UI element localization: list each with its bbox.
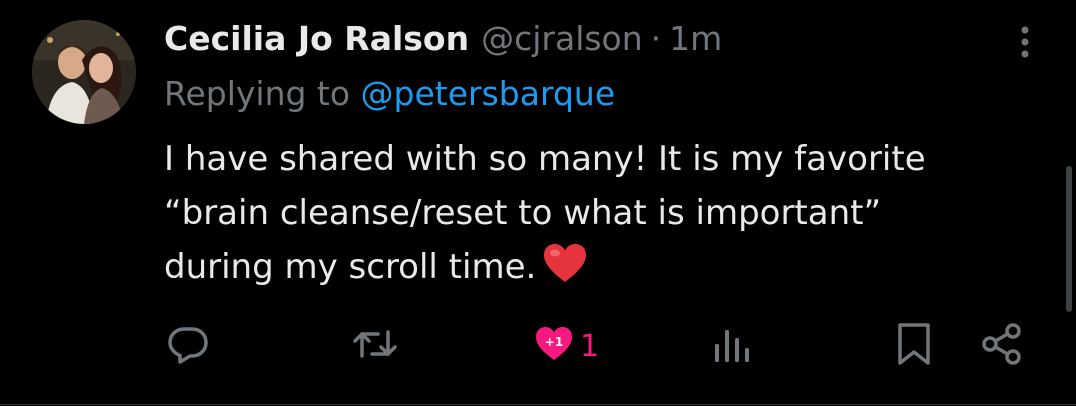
reply-button[interactable] [166, 318, 210, 374]
views-button[interactable] [712, 318, 752, 374]
like-count: 1 [580, 328, 600, 364]
tweet-text-line: “brain cleanse/reset to what is importan… [164, 193, 882, 233]
bookmark-button[interactable] [894, 318, 934, 374]
bookmark-icon [894, 321, 934, 371]
like-badge-text: +1 [545, 335, 563, 349]
tweet-header: Cecilia Jo Ralson @cjralson · 1m [164, 14, 722, 62]
tweet-text-line: during my scroll time. [164, 240, 1044, 300]
tweet-text-line-content: during my scroll time. [164, 247, 537, 287]
retweet-icon [352, 322, 398, 370]
replying-to: Replying to @petersbarque [164, 74, 615, 113]
replying-prefix: Replying to [164, 74, 361, 113]
share-button[interactable] [980, 318, 1024, 374]
views-bar-chart-icon [712, 322, 752, 370]
tweet[interactable]: Cecilia Jo Ralson @cjralson · 1m Replyin… [0, 0, 1076, 406]
separator-dot: · [650, 18, 662, 58]
action-bar: +1 1 [0, 318, 1076, 374]
tweet-text-line: I have shared with so many! It is my fav… [164, 139, 926, 179]
display-name[interactable]: Cecilia Jo Ralson [164, 19, 469, 58]
user-handle[interactable]: @cjralson [481, 19, 643, 58]
heart-plus-one-icon: +1 [534, 324, 574, 368]
tweet-text: I have shared with so many! It is my fav… [164, 132, 1044, 300]
scrollbar[interactable] [1066, 166, 1072, 312]
more-vertical-icon[interactable] [1010, 22, 1040, 62]
red-heart-emoji-icon [542, 242, 588, 300]
timestamp[interactable]: 1m [669, 19, 722, 58]
reply-mention-link[interactable]: @petersbarque [361, 74, 616, 113]
like-button[interactable]: +1 1 [534, 318, 599, 374]
share-icon [980, 322, 1024, 370]
reply-icon [166, 322, 210, 370]
divider [0, 404, 1076, 405]
retweet-button[interactable] [352, 318, 398, 374]
avatar[interactable] [32, 20, 136, 124]
